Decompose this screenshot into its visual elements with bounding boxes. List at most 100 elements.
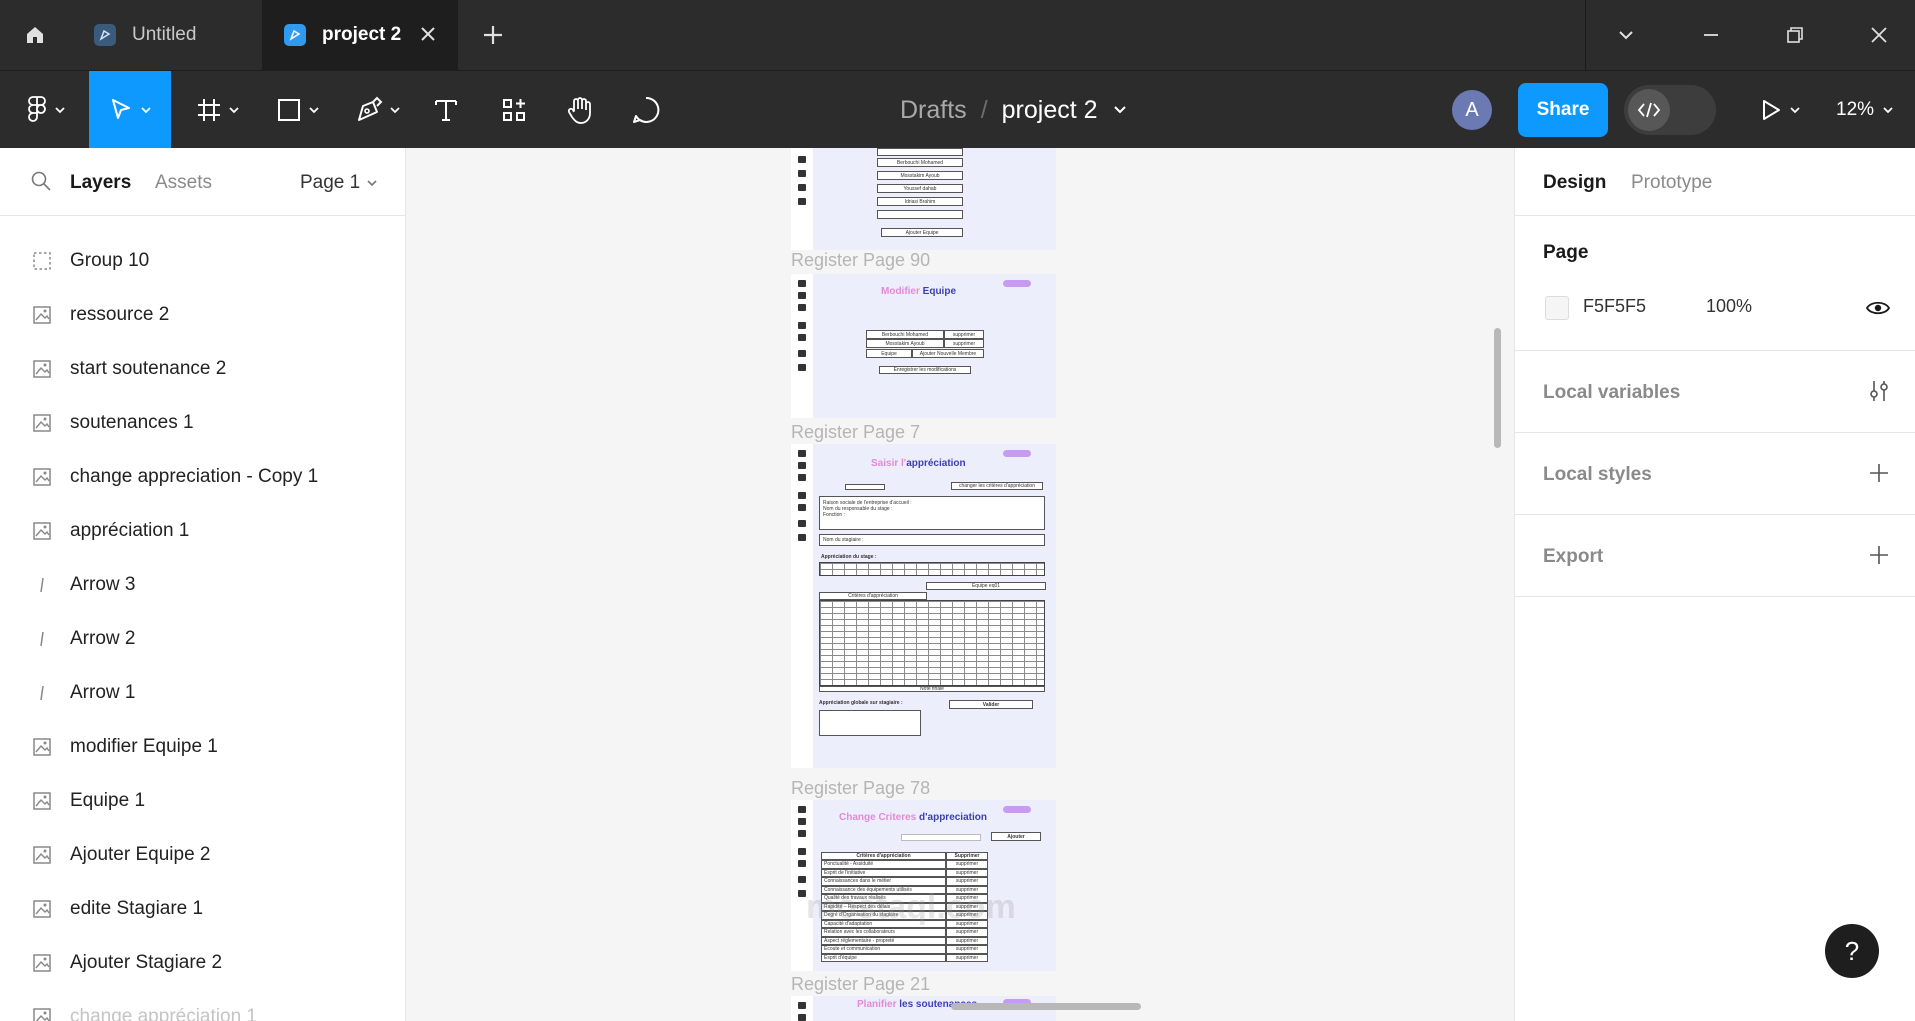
team-member-row: Berbouchi Mohamed <box>866 330 944 339</box>
layer-item[interactable]: soutenances 1 <box>0 396 405 450</box>
frame-register-page-78[interactable]: Change Criteres d'appreciation Ajouter C… <box>791 800 1056 971</box>
member-row: Mosstakim Ayoub <box>877 171 963 180</box>
zoom-menu[interactable]: 12% <box>1836 71 1894 149</box>
tab-assets[interactable]: Assets <box>155 172 212 194</box>
search-icon[interactable] <box>30 170 52 192</box>
close-window-button[interactable] <box>1862 18 1896 52</box>
close-tab-icon[interactable] <box>416 22 440 46</box>
plus-icon[interactable] <box>1867 543 1891 567</box>
line-icon <box>40 631 44 647</box>
plus-icon[interactable] <box>1867 461 1891 485</box>
frame-ajouter-equipe[interactable]: Berbouchi Mohamed Mosstakim Ayoub Yousse… <box>791 148 1056 250</box>
background-hex-input[interactable]: F5F5F5 <box>1583 296 1646 317</box>
frame-sidebar <box>791 148 813 250</box>
layer-item[interactable]: Arrow 1 <box>0 666 405 720</box>
member-row <box>877 210 963 219</box>
delete-button: supprimer <box>944 330 984 339</box>
main-menu-button[interactable] <box>18 71 74 149</box>
layer-item[interactable]: Ajouter Equipe 2 <box>0 828 405 882</box>
image-icon <box>33 1008 51 1021</box>
tab-project-2[interactable]: project 2 <box>262 0 458 70</box>
frame-label: Register Page 90 <box>791 250 931 270</box>
text-icon <box>435 100 457 121</box>
cursor-arrow-icon <box>112 99 130 119</box>
chevron-down-icon[interactable] <box>1112 102 1128 118</box>
team-select: Equipe <box>866 349 912 358</box>
document-title: Drafts / project 2 <box>900 71 1128 149</box>
right-panel-tabs: Design Prototype <box>1515 148 1915 216</box>
text-tool-button[interactable] <box>424 71 468 149</box>
layer-item[interactable]: ressource 2 <box>0 288 405 342</box>
dev-mode-toggle[interactable] <box>1624 85 1716 135</box>
layer-item[interactable]: Arrow 3 <box>0 558 405 612</box>
comment-tool-button[interactable] <box>623 71 669 149</box>
delete-criteria-button: supprimer <box>946 877 988 886</box>
frame-title: Modifier Equipe <box>881 286 957 297</box>
background-opacity-input[interactable]: 100% <box>1706 296 1752 317</box>
frame-sidebar <box>791 996 813 1021</box>
layer-item[interactable]: Arrow 2 <box>0 612 405 666</box>
layer-item[interactable]: change appreciation - Copy 1 <box>0 450 405 504</box>
user-badge <box>1003 280 1031 287</box>
frame-register-page-90[interactable]: Modifier Equipe Berbouchi Mohamed suppri… <box>791 274 1056 418</box>
intern-name-box: Nom du stagiaire : <box>819 534 1045 546</box>
layer-item[interactable]: start soutenance 2 <box>0 342 405 396</box>
layer-item[interactable]: modifier Equipe 1 <box>0 720 405 774</box>
export-section: Export <box>1515 515 1915 597</box>
layer-item[interactable]: edite Stagiare 1 <box>0 882 405 936</box>
layer-name: modifier Equipe 1 <box>70 736 218 757</box>
criteria-row: Aspect réglementaire - propreté <box>821 936 946 945</box>
delete-criteria-button: supprimer <box>946 936 988 945</box>
layer-name: edite Stagiare 1 <box>70 898 204 919</box>
hand-tool-button[interactable] <box>557 71 603 149</box>
share-button[interactable]: Share <box>1518 83 1608 137</box>
breadcrumb-separator: / <box>980 95 988 124</box>
close-icon <box>1871 27 1887 43</box>
layer-name: Arrow 1 <box>70 682 136 703</box>
help-button[interactable]: ? <box>1825 924 1879 978</box>
tab-design[interactable]: Design <box>1543 172 1606 194</box>
section-title: Local styles <box>1543 464 1652 485</box>
layer-item[interactable]: appréciation 1 <box>0 504 405 558</box>
present-button[interactable] <box>1752 71 1808 149</box>
tab-untitled[interactable]: Untitled <box>72 0 260 70</box>
layer-item[interactable]: Group 10 <box>0 234 405 288</box>
move-tool-button[interactable] <box>89 71 171 149</box>
folder-link[interactable]: Drafts <box>900 96 967 125</box>
tab-layers[interactable]: Layers <box>70 172 131 194</box>
chevron-down-icon <box>141 107 151 114</box>
appreciation-textarea <box>819 710 921 736</box>
home-button[interactable] <box>0 0 70 70</box>
new-tab-plus-icon[interactable] <box>478 20 508 50</box>
background-color-swatch[interactable] <box>1545 296 1569 320</box>
layer-item[interactable]: Ajouter Stagiare 2 <box>0 936 405 990</box>
tabs-dropdown-button[interactable] <box>1609 18 1643 52</box>
layer-item[interactable]: Group 09 <box>0 216 405 234</box>
shape-tool-button[interactable] <box>268 71 328 149</box>
delete-criteria-button: supprimer <box>946 860 988 869</box>
resources-tool-button[interactable] <box>492 71 536 149</box>
canvas[interactable]: Berbouchi Mohamed Mosstakim Ayoub Yousse… <box>406 148 1514 1021</box>
restore-button[interactable] <box>1778 18 1812 52</box>
frame-title: Saisir l'appréciation <box>871 458 966 469</box>
page-selector[interactable]: Page 1 <box>300 172 378 194</box>
eye-icon[interactable] <box>1865 296 1891 320</box>
minimize-button[interactable] <box>1694 18 1728 52</box>
chevron-down-icon <box>1883 107 1893 114</box>
layer-item[interactable]: change appréciation 1 <box>0 990 405 1021</box>
frame-tool-button[interactable] <box>188 71 248 149</box>
pen-tool-button[interactable] <box>348 71 408 149</box>
right-panel: Design Prototype Page F5F5F5 100% Local … <box>1514 148 1915 1021</box>
layer-name: Ajouter Stagiare 2 <box>70 952 223 973</box>
avatar[interactable]: A <box>1452 90 1492 130</box>
frame-sidebar <box>791 274 813 418</box>
frame-register-page-7[interactable]: Saisir l'appréciation changer les critèr… <box>791 444 1056 768</box>
frame-label: Register Page 7 <box>791 422 921 442</box>
variables-sliders-icon[interactable] <box>1867 379 1891 403</box>
member-row: Berbouchi Mohamed <box>877 158 963 167</box>
file-name[interactable]: project 2 <box>1002 96 1098 125</box>
vertical-scrollbar[interactable] <box>1494 328 1501 448</box>
layer-item[interactable]: Equipe 1 <box>0 774 405 828</box>
horizontal-scrollbar[interactable] <box>951 1003 1141 1010</box>
tab-prototype[interactable]: Prototype <box>1631 172 1712 194</box>
